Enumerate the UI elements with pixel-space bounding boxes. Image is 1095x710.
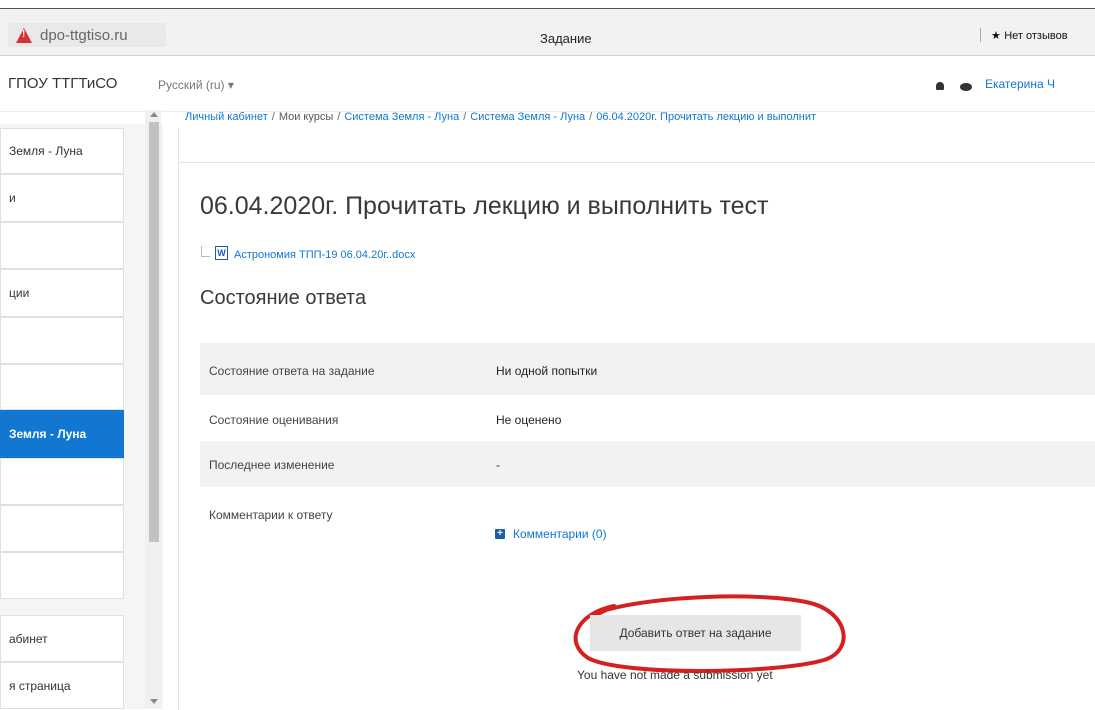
messages-bubble-icon[interactable] bbox=[960, 83, 972, 91]
sidebar-item[interactable] bbox=[0, 552, 124, 599]
breadcrumb-card bbox=[178, 128, 1095, 163]
sidebar-item[interactable]: Земля - Луна bbox=[0, 128, 124, 174]
page-title: 06.04.2020г. Прочитать лекцию и выполнит… bbox=[200, 192, 769, 220]
breadcrumb-home[interactable]: Личный кабинет bbox=[185, 111, 268, 123]
row-value: Не оценено bbox=[496, 413, 562, 427]
sidebar-item[interactable]: абинет bbox=[0, 615, 124, 662]
attachment-link[interactable]: Астрономия ТПП-19 06.04.20г..docx bbox=[234, 249, 415, 261]
breadcrumb-courses[interactable]: Мои курсы bbox=[279, 111, 333, 123]
breadcrumb-course[interactable]: Система Земля - Луна bbox=[344, 111, 459, 123]
scrollbar-thumb[interactable] bbox=[149, 122, 159, 542]
sidebar-item[interactable]: я страница bbox=[0, 662, 124, 709]
table-row: Состояние ответа на задание Ни одной поп… bbox=[200, 343, 1095, 395]
table-row: Последнее изменение - bbox=[200, 441, 1095, 487]
sidebar-item-active[interactable]: Земля - Луна bbox=[0, 410, 124, 458]
breadcrumb-separator: / bbox=[271, 111, 275, 123]
user-menu[interactable]: Екатерина Ч bbox=[985, 77, 1055, 91]
address-bar[interactable]: dpo-ttgtiso.ru bbox=[8, 23, 166, 47]
url-text: dpo-ttgtiso.ru bbox=[40, 26, 128, 44]
row-label: Последнее изменение bbox=[209, 458, 335, 472]
comments-link[interactable]: Комментарии (0) bbox=[513, 527, 607, 541]
sidebar-item[interactable]: и bbox=[0, 174, 124, 222]
breadcrumb-current[interactable]: 06.04.2020г. Прочитать лекцию и выполнит bbox=[596, 111, 816, 123]
expand-comments-icon[interactable]: + bbox=[495, 529, 505, 539]
table-row: Состояние оценивания Не оценено bbox=[200, 395, 1095, 441]
page-tab-title: Задание bbox=[540, 31, 592, 46]
warning-icon bbox=[16, 27, 32, 43]
breadcrumb-separator: / bbox=[589, 111, 593, 123]
breadcrumb: Личный кабинет / Мои курсы / Система Земля -… bbox=[185, 111, 816, 123]
notifications-bell-icon[interactable] bbox=[936, 82, 944, 90]
sidebar-item[interactable] bbox=[0, 364, 124, 410]
breadcrumb-section[interactable]: Система Земля - Луна bbox=[470, 111, 585, 123]
breadcrumb-separator: / bbox=[337, 111, 341, 123]
tree-connector bbox=[201, 246, 210, 257]
reviews-button[interactable]: ★ Нет отзывов bbox=[980, 28, 1068, 42]
scroll-down-arrow-icon[interactable] bbox=[150, 699, 158, 704]
scroll-up-arrow-icon[interactable] bbox=[150, 112, 158, 117]
row-value: - bbox=[496, 458, 500, 472]
word-document-icon: W bbox=[215, 246, 228, 260]
star-icon: ★ bbox=[991, 30, 1001, 42]
no-submission-text: You have not made a submission yet bbox=[577, 668, 773, 682]
row-label: Состояние оценивания bbox=[209, 413, 339, 427]
window-top-border bbox=[0, 0, 1095, 9]
browser-toolbar: dpo-ttgtiso.ru Задание ★ Нет отзывов bbox=[0, 9, 1095, 56]
sidebar-item[interactable] bbox=[0, 222, 124, 269]
add-submission-button[interactable]: Добавить ответ на задание bbox=[590, 615, 801, 651]
sidebar-item[interactable] bbox=[0, 505, 124, 552]
sidebar-item[interactable] bbox=[0, 317, 124, 364]
breadcrumb-separator: / bbox=[463, 111, 467, 123]
language-menu[interactable]: Русский (ru) ▾ bbox=[158, 78, 234, 92]
table-row: Комментарии к ответу + Комментарии (0) bbox=[200, 487, 1095, 547]
reviews-label: Нет отзывов bbox=[1004, 30, 1068, 42]
row-label: Комментарии к ответу bbox=[209, 508, 333, 522]
course-sidebar: Земля - Луна и ции Земля - Луна абинет я… bbox=[0, 124, 163, 709]
sidebar-item[interactable] bbox=[0, 458, 124, 505]
row-value: Ни одной попытки bbox=[496, 364, 598, 378]
submission-status-heading: Состояние ответа bbox=[200, 287, 367, 309]
row-label: Состояние ответа на задание bbox=[209, 364, 375, 378]
site-navbar: ГПОУ ТТГТиСО Русский (ru) ▾ Екатерина Ч bbox=[0, 56, 1095, 112]
site-name[interactable]: ГПОУ ТТГТиСО bbox=[8, 75, 117, 92]
sidebar-item[interactable]: ции bbox=[0, 269, 124, 317]
